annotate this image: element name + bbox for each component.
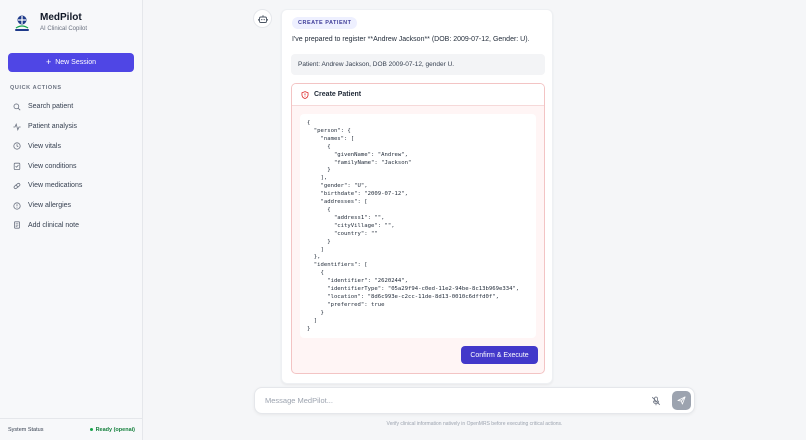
clock-icon xyxy=(13,142,21,150)
sidebar: MedPilot AI Clinical Copilot + New Sessi… xyxy=(0,0,143,440)
mic-off-icon xyxy=(651,396,661,406)
patient-summary: Patient: Andrew Jackson, DOB 2009-07-12,… xyxy=(291,54,545,75)
quick-action-view-vitals[interactable]: View vitals xyxy=(8,137,134,157)
quick-action-add-clinical-note[interactable]: Add clinical note xyxy=(8,216,134,236)
quick-actions-list: Search patient Patient analysis View vit… xyxy=(8,97,134,235)
system-status-label: System Status xyxy=(8,426,44,433)
activity-icon xyxy=(13,122,21,131)
quick-action-label: Patient analysis xyxy=(28,123,78,131)
brand-title: MedPilot xyxy=(40,12,82,23)
brand: MedPilot AI Clinical Copilot xyxy=(12,12,87,33)
confirm-execute-button[interactable]: Confirm & Execute xyxy=(461,346,538,364)
message-composer xyxy=(254,387,695,414)
quick-action-search-patient[interactable]: Search patient xyxy=(8,97,134,117)
plus-icon: + xyxy=(45,57,52,67)
pill-icon xyxy=(13,182,21,189)
assistant-message: CREATE PATIENT I've prepared to register… xyxy=(281,9,553,384)
alert-icon xyxy=(13,202,21,210)
system-status-text: Ready (openai) xyxy=(95,426,135,433)
shield-alert-icon xyxy=(301,90,309,99)
system-status: System Status Ready (openai) xyxy=(0,418,143,440)
status-dot-icon xyxy=(89,428,93,431)
message-input[interactable] xyxy=(265,388,635,413)
quick-action-patient-analysis[interactable]: Patient analysis xyxy=(8,117,134,137)
quick-action-label: View allergies xyxy=(28,202,72,210)
assistant-avatar xyxy=(253,9,272,28)
system-status-value: Ready (openai) xyxy=(89,426,135,433)
quick-action-label: Search patient xyxy=(28,103,74,111)
quick-action-label: View medications xyxy=(28,182,83,190)
action-confirmation-panel: Create Patient { "person": { "names": [ … xyxy=(291,83,545,374)
quick-action-label: View vitals xyxy=(28,142,61,150)
mic-off-button[interactable] xyxy=(650,395,662,407)
new-session-button[interactable]: + New Session xyxy=(8,53,134,72)
payload-preview: { "person": { "names": [ { "givenName": … xyxy=(300,114,536,338)
quick-action-view-conditions[interactable]: View conditions xyxy=(8,156,134,176)
disclaimer: Verify clinical information natively in … xyxy=(386,421,563,427)
quick-action-label: Add clinical note xyxy=(28,221,79,229)
message-text: I've prepared to register **Andrew Jacks… xyxy=(292,36,530,43)
send-icon xyxy=(677,396,686,405)
clipboard-icon xyxy=(13,162,21,171)
send-button[interactable] xyxy=(672,391,691,410)
brand-subtitle: AI Clinical Copilot xyxy=(40,26,88,32)
robot-icon xyxy=(257,14,268,23)
quick-action-label: View conditions xyxy=(28,162,77,170)
quick-action-view-allergies[interactable]: View allergies xyxy=(8,196,134,216)
tool-chip: CREATE PATIENT xyxy=(292,17,358,29)
search-icon xyxy=(13,103,21,111)
action-title: Create Patient xyxy=(314,91,362,98)
action-header: Create Patient xyxy=(292,84,544,106)
medpilot-logo-icon xyxy=(12,13,32,33)
note-icon xyxy=(14,221,20,229)
quick-action-view-medications[interactable]: View medications xyxy=(8,176,134,196)
new-session-label: New Session xyxy=(55,59,97,66)
quick-actions-heading: QUICK ACTIONS xyxy=(10,85,62,91)
payload-json: { "person": { "names": [ { "givenName": … xyxy=(307,120,520,332)
